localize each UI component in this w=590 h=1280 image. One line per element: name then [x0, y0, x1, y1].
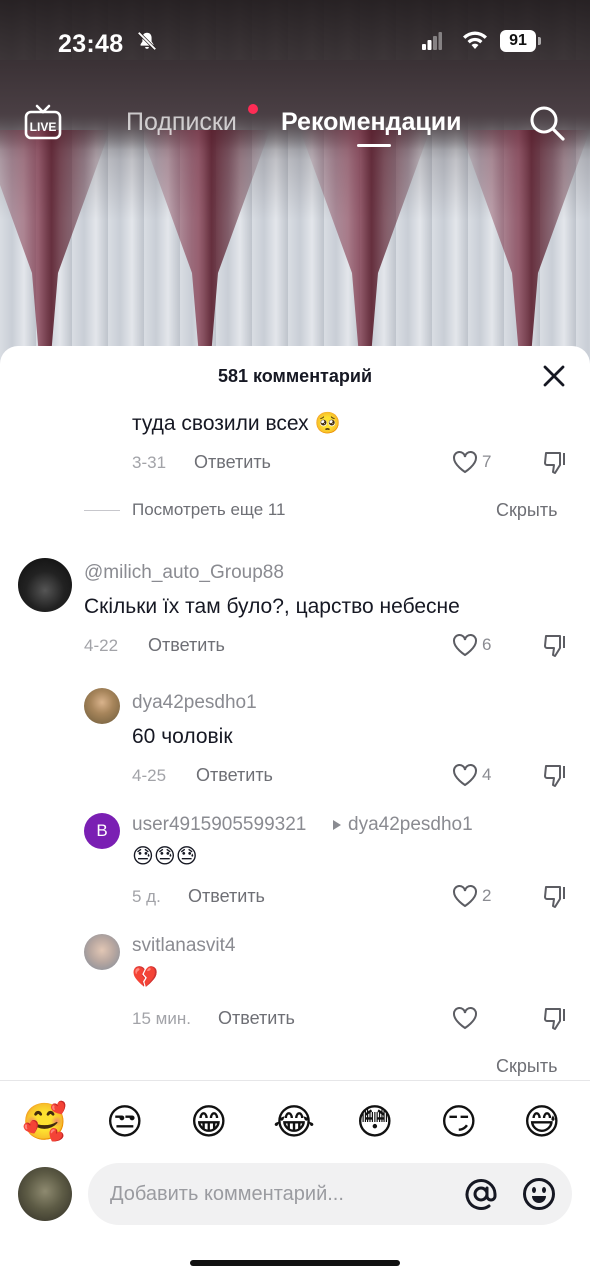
comment-date: 4-22: [84, 636, 119, 655]
composer-divider: [0, 1080, 590, 1081]
top-navigation: LIVE Подписки Рекомендации: [0, 96, 590, 152]
comment-text-content: туда свозили всех: [132, 412, 309, 435]
avatar[interactable]: B: [84, 813, 120, 849]
dislike-icon[interactable]: [542, 633, 568, 659]
curtain-left: [0, 130, 110, 350]
status-bar: 23:48 91: [0, 24, 590, 64]
avatar[interactable]: [84, 934, 120, 970]
reply-arrow-icon: [333, 820, 341, 830]
reply-button[interactable]: Ответить: [194, 452, 271, 473]
comment-username[interactable]: dya42pesdho1: [132, 692, 257, 714]
emoji-button[interactable]: 😂: [273, 1100, 315, 1144]
comment-date: 4-25: [132, 766, 167, 785]
hide-replies-link[interactable]: Скрыть: [496, 1056, 557, 1077]
reply-button[interactable]: Ответить: [188, 886, 265, 907]
view-more-replies[interactable]: Посмотреть еще 11: [132, 500, 286, 520]
dislike-icon[interactable]: [542, 450, 568, 476]
emoji-button[interactable]: 😁: [190, 1100, 228, 1144]
like-button[interactable]: 2: [452, 884, 491, 908]
battery-indicator: 91: [500, 30, 536, 52]
heart-icon: [453, 451, 477, 474]
emoji-button[interactable]: 😅: [523, 1100, 561, 1144]
dislike-icon[interactable]: [542, 884, 568, 910]
dislike-icon[interactable]: [542, 763, 568, 789]
like-button[interactable]: 6: [452, 633, 491, 657]
comment-username[interactable]: user4915905599321: [132, 814, 306, 836]
comment-input[interactable]: [88, 1163, 572, 1225]
curtain-center-right: [300, 130, 430, 350]
comment-username[interactable]: svitlanasvit4: [132, 935, 236, 957]
comment-date: 5 д.: [132, 887, 161, 906]
like-count: 7: [482, 452, 492, 471]
comment-username[interactable]: @milich_auto_Group88: [84, 562, 284, 584]
comment-emoji: 🥺: [314, 412, 341, 435]
close-icon[interactable]: [542, 364, 566, 388]
comment-text: 😓😓😓: [132, 845, 198, 868]
hide-replies-link[interactable]: Скрыть: [496, 500, 557, 521]
cellular-signal-icon: [422, 32, 442, 50]
replies-divider: [84, 510, 120, 511]
emoji-picker-icon[interactable]: [522, 1177, 556, 1211]
like-count: 6: [482, 635, 492, 654]
bell-muted-icon: [137, 31, 157, 51]
my-avatar[interactable]: [18, 1167, 72, 1221]
curtain-right: [460, 130, 590, 350]
tab-following[interactable]: Подписки: [126, 108, 237, 137]
emoji-button[interactable]: 😳: [356, 1100, 394, 1144]
emoji-button[interactable]: 🥰: [22, 1100, 67, 1144]
live-label: LIVE: [30, 120, 57, 134]
reply-button[interactable]: Ответить: [196, 765, 273, 786]
emoji-quick-bar: 🥰 😒 😁 😂 😳 😏 😅: [0, 1100, 590, 1150]
comment-composer: [0, 1163, 590, 1233]
like-count: 4: [482, 765, 492, 784]
like-button[interactable]: 4: [452, 763, 491, 787]
emoji-button[interactable]: 😏: [440, 1100, 478, 1144]
comment-text: туда свозили всех 🥺: [132, 412, 341, 436]
curtain-center-left: [140, 130, 270, 350]
like-count: 2: [482, 886, 492, 905]
active-tab-indicator: [357, 144, 391, 147]
comment-text: 💔: [132, 966, 159, 989]
avatar[interactable]: [84, 688, 120, 724]
status-time: 23:48: [58, 29, 124, 58]
heart-icon: [453, 764, 477, 787]
reply-button[interactable]: Ответить: [218, 1008, 295, 1029]
heart-icon: [453, 1007, 477, 1030]
like-button[interactable]: 7: [452, 450, 491, 474]
mention-at-icon[interactable]: [464, 1177, 498, 1211]
heart-icon: [453, 885, 477, 908]
emoji-button[interactable]: 😒: [106, 1100, 144, 1144]
reply-button[interactable]: Ответить: [148, 635, 225, 656]
dislike-icon[interactable]: [542, 1006, 568, 1032]
tab-for-you[interactable]: Рекомендации: [281, 108, 461, 137]
avatar[interactable]: [18, 558, 72, 612]
battery-tip: [538, 37, 541, 45]
comment-date: 3-31: [132, 453, 167, 472]
comment-date: 15 мин.: [132, 1009, 191, 1028]
notification-dot: [248, 104, 258, 114]
wifi-icon: [463, 31, 487, 49]
comments-count-title: 581 комментарий: [217, 366, 373, 386]
search-icon[interactable]: [528, 104, 566, 142]
comment-text: 60 чоловік: [132, 725, 233, 748]
heart-icon: [453, 634, 477, 657]
comments-sheet: 581 комментарий туда свозили всех 🥺 3-31…: [0, 346, 590, 1280]
like-button[interactable]: [452, 1006, 482, 1030]
live-tv-icon[interactable]: LIVE: [24, 104, 62, 140]
reply-to-username[interactable]: dya42pesdho1: [348, 814, 473, 836]
home-indicator[interactable]: [190, 1260, 400, 1266]
comment-text: Скільки їх там було?, царство небесне: [84, 595, 460, 618]
